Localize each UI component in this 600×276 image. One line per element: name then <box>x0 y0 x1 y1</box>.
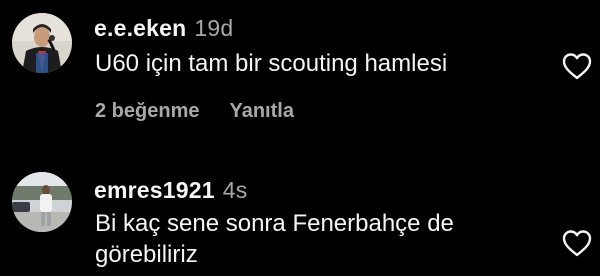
avatar[interactable] <box>12 172 72 232</box>
comment-text: Bi kaç sene sonra Fenerbahçe de görebili… <box>95 208 454 270</box>
heart-outline-icon[interactable] <box>561 228 593 258</box>
likes-count-link[interactable]: 2 beğenme <box>95 100 199 122</box>
heart-outline-icon[interactable] <box>561 51 593 81</box>
avatar[interactable] <box>12 13 72 73</box>
comment-timestamp: 19d <box>194 15 234 41</box>
comment-text-line: U60 için tam bir scouting hamlesi <box>95 50 448 77</box>
comment-text: U60 için tam bir scouting hamlesi <box>95 48 447 79</box>
comment-text-line: görebiliriz <box>95 241 198 268</box>
comment-username[interactable]: emres1921 4s <box>94 177 247 204</box>
comment-timestamp: 4s <box>222 177 248 203</box>
username-text[interactable]: emres1921 <box>94 177 215 203</box>
comment-username[interactable]: e.e.eken 19d <box>94 15 233 42</box>
user-avatar-photo-icon <box>12 13 72 73</box>
user-avatar-photo-icon <box>12 172 72 232</box>
comment-item: e.e.eken 19d U60 için tam bir scouting ha… <box>0 0 600 140</box>
username-text[interactable]: e.e.eken <box>94 15 186 41</box>
reply-button[interactable]: Yanıtla <box>229 100 293 122</box>
comment-item: emres1921 4s Bi kaç sene sonra Fenerbahçe… <box>0 140 600 276</box>
comment-actions: 2 beğenme Yanıtla <box>95 100 324 123</box>
comment-text-line: Bi kaç sene sonra Fenerbahçe de <box>95 210 454 237</box>
